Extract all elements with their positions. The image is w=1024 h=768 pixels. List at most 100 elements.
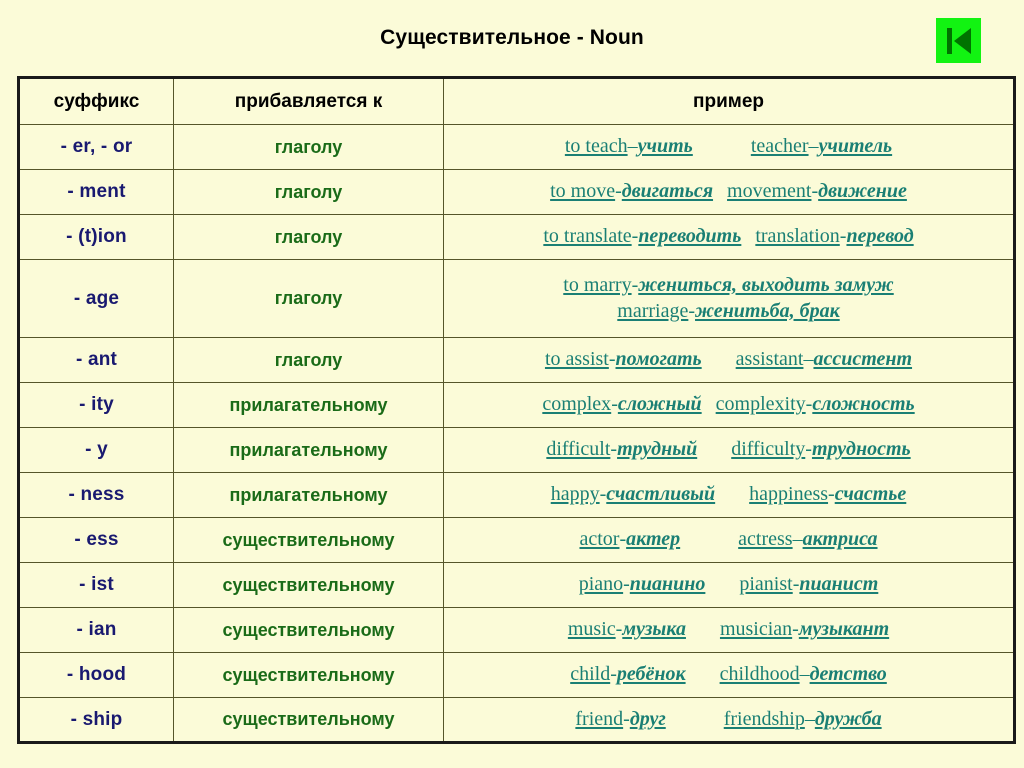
example-line: complex - сложный complexity - сложность	[450, 392, 1007, 418]
suffix-cell: - ness	[18, 472, 174, 518]
example-cell: complex - сложный complexity - сложность	[443, 382, 1015, 428]
example-russian: помогать	[615, 348, 702, 371]
suffix-cell: - ity	[18, 382, 174, 428]
example-english: music	[567, 618, 616, 641]
separator-dash: -	[623, 573, 630, 596]
example-english: friendship	[723, 707, 805, 730]
example-cell: to translate - переводить translation - …	[443, 214, 1015, 260]
example-russian: учить	[637, 135, 693, 158]
example-russian: трудность	[811, 438, 911, 461]
example-english: to marry	[563, 273, 632, 296]
example-line: difficult - трудный difficulty - труднос…	[450, 437, 1007, 463]
suffix-cell: - ment	[18, 169, 174, 215]
attaches-to-cell: прилагательному	[173, 472, 444, 518]
skip-to-start-icon[interactable]	[936, 18, 981, 63]
example-russian: дружба	[814, 707, 882, 730]
separator-dash: –	[792, 528, 803, 551]
example-russian: музыкант	[798, 618, 890, 641]
separator-dash: –	[804, 707, 815, 730]
attaches-to-cell: глаголу	[173, 214, 444, 260]
example-russian: переводить	[638, 225, 742, 248]
suffix-cell: - (t)ion	[18, 214, 174, 260]
page-title-text: Существительное - Noun	[380, 26, 644, 49]
example-english: assistant	[735, 348, 804, 371]
separator-dash: -	[792, 618, 799, 641]
attaches-to-cell: прилагательному	[173, 382, 444, 428]
slide-root: Существительное - Noun суффикс прибавляе…	[0, 0, 1024, 768]
separator-dash: –	[803, 348, 814, 371]
table-row: - ness прилагательному happy - счастливый …	[18, 472, 1015, 518]
example-line: marriage - женитьба, брак	[450, 299, 1007, 325]
example-russian: трудный	[617, 438, 698, 461]
example-russian: пианист	[799, 573, 879, 596]
table-header-row: суффикс прибавляется к пример	[18, 77, 1015, 125]
suffix-cell: - age	[18, 259, 174, 338]
example-english: musician	[719, 618, 793, 641]
example-english: piano	[578, 573, 624, 596]
attaches-to-cell: существительному	[173, 652, 444, 698]
attaches-to-cell: существительному	[173, 607, 444, 653]
example-russian: актер	[626, 528, 681, 551]
column-header-attaches-to: прибавляется к	[173, 77, 444, 125]
example-english: happy	[550, 483, 600, 506]
example-russian: сложный	[617, 393, 702, 416]
example-russian: движение	[818, 180, 907, 203]
table-row: - age глаголу to marry - жениться, выходит…	[18, 259, 1015, 338]
example-english: difficult	[546, 438, 611, 461]
example-line: to marry - жениться, выходить замуж	[450, 273, 1007, 299]
suffix-cell: - hood	[18, 652, 174, 698]
table-body: - er, - or глаголу to teach – учить teache…	[18, 124, 1015, 743]
example-english: movement	[727, 180, 812, 203]
separator-dash: -	[623, 707, 630, 730]
example-russian: двигаться	[621, 180, 714, 203]
example-english: actress	[738, 528, 793, 551]
example-russian: музыка	[622, 618, 686, 641]
example-line: happy - счастливый happiness - счастье	[450, 482, 1007, 508]
example-english: to teach	[564, 135, 628, 158]
example-russian: перевод	[846, 225, 914, 248]
example-english: to assist	[544, 348, 609, 371]
example-line: music - музыка musician - музыкант	[450, 617, 1007, 643]
separator-dash: -	[615, 180, 622, 203]
attaches-to-cell: глаголу	[173, 259, 444, 338]
example-russian: счастливый	[606, 483, 716, 506]
example-russian: женитьба, брак	[695, 299, 840, 322]
example-english: difficulty	[731, 438, 806, 461]
example-russian: друг	[629, 707, 666, 730]
example-russian: счастье	[834, 483, 907, 506]
example-english: happiness	[749, 483, 829, 506]
table-row: - ist существительному piano - пианино pia…	[18, 562, 1015, 608]
suffix-cell: - ist	[18, 562, 174, 608]
example-russian: учитель	[818, 135, 893, 158]
example-russian: жениться, выходить замуж	[638, 273, 894, 296]
suffix-cell: - ant	[18, 337, 174, 383]
page-title: Существительное - Noun	[0, 26, 1024, 50]
example-cell: to teach – учить teacher – учитель	[443, 124, 1015, 170]
example-english: to move	[550, 180, 616, 203]
table-row: - y прилагательному difficult - трудный di…	[18, 427, 1015, 473]
example-cell: actor - актер actress – актриса	[443, 517, 1015, 563]
example-russian: ассистент	[813, 348, 913, 371]
suffix-cell: - ship	[18, 697, 174, 743]
table-row: - ity прилагательному complex - сложный co…	[18, 382, 1015, 428]
separator-dash: –	[799, 663, 810, 686]
example-english: childhood	[719, 663, 800, 686]
attaches-to-cell: существительному	[173, 562, 444, 608]
suffix-cell: - y	[18, 427, 174, 473]
example-cell: music - музыка musician - музыкант	[443, 607, 1015, 653]
example-cell: child - ребёнок childhood – детство	[443, 652, 1015, 698]
suffix-table: суффикс прибавляется к пример - er, - or…	[17, 76, 1016, 744]
column-header-example: пример	[443, 77, 1015, 125]
example-line: piano - пианино pianist - пианист	[450, 572, 1007, 598]
table-row: - ant глаголу to assist - помогать assista…	[18, 337, 1015, 383]
separator-dash: –	[627, 135, 638, 158]
example-russian: ребёнок	[616, 663, 686, 686]
example-cell: to marry - жениться, выходить замуж marri…	[443, 259, 1015, 338]
example-line: to teach – учить teacher – учитель	[450, 134, 1007, 160]
example-cell: to move - двигаться movement - движение	[443, 169, 1015, 215]
example-russian: пианино	[629, 573, 706, 596]
separator-dash: -	[805, 438, 812, 461]
example-line: child - ребёнок childhood – детство	[450, 662, 1007, 688]
separator-dash: -	[828, 483, 835, 506]
example-line: to assist - помогать assistant – ассисте…	[450, 347, 1007, 373]
